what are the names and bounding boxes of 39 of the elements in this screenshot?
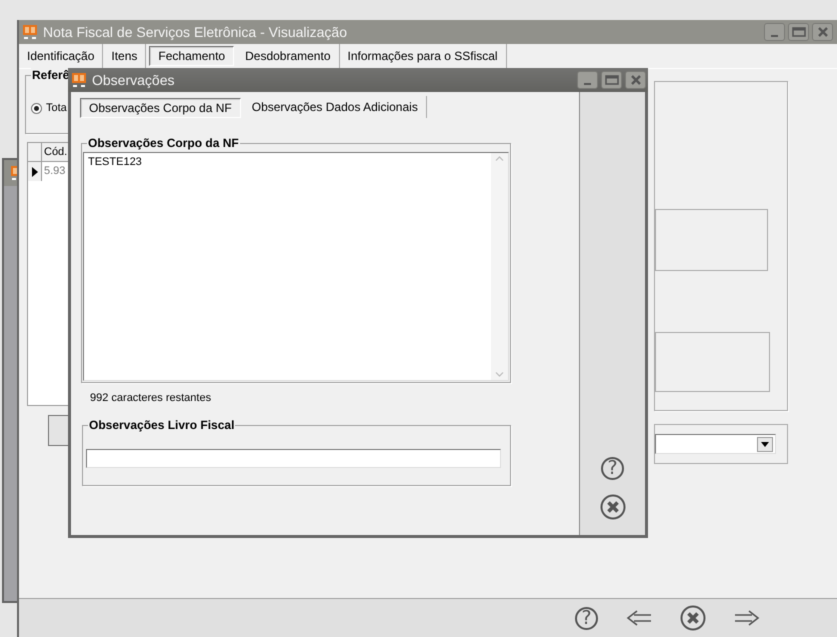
tab[interactable]: Observações Dados Adicionais <box>244 96 427 118</box>
maximize-icon <box>792 27 806 37</box>
caret-icon <box>761 442 769 446</box>
radio-button[interactable] <box>31 102 42 114</box>
forward-arrow-icon[interactable] <box>734 609 760 627</box>
cancel-button[interactable] <box>680 605 706 631</box>
close-button[interactable] <box>625 71 646 89</box>
app-icon <box>22 24 38 40</box>
tab[interactable]: Observações Corpo da NF <box>80 98 241 118</box>
scroll-down-icon[interactable] <box>495 372 504 377</box>
text-value: TESTE123 <box>88 156 142 168</box>
maximize-button[interactable] <box>788 23 809 41</box>
radio-label: Tota <box>46 102 67 114</box>
window-title: Nota Fiscal de Serviços Eletrônica - Visualização <box>43 24 347 40</box>
minimize-button[interactable] <box>764 23 785 41</box>
combo-box[interactable] <box>655 434 776 454</box>
help-button[interactable]: ? <box>601 457 624 480</box>
minimize-icon <box>771 35 778 37</box>
back-arrow-icon[interactable] <box>626 609 652 627</box>
tab[interactable]: Fechamento <box>149 46 234 66</box>
input-field[interactable] <box>86 449 501 468</box>
character-counter: 992 caracteres restantes <box>90 392 212 404</box>
app-icon <box>71 72 87 88</box>
group-title: Observações Corpo da NF <box>87 136 240 150</box>
group-title: Observações Livro Fiscal <box>88 418 236 432</box>
text-area[interactable]: TESTE123 <box>83 152 509 381</box>
close-icon <box>630 75 642 85</box>
minimize-icon <box>584 83 591 85</box>
scroll-up-icon[interactable] <box>495 156 504 161</box>
minimize-button[interactable] <box>577 71 598 89</box>
table-cell-text: 5.93 <box>43 164 66 179</box>
group-title: Referê <box>31 68 70 82</box>
close-button[interactable] <box>812 23 833 41</box>
window-title: Observações <box>92 72 174 88</box>
cancel-button[interactable] <box>600 494 626 520</box>
maximize-icon <box>604 75 618 85</box>
maximize-button[interactable] <box>601 71 622 89</box>
help-button[interactable]: ? <box>575 606 598 630</box>
close-icon <box>816 27 828 37</box>
